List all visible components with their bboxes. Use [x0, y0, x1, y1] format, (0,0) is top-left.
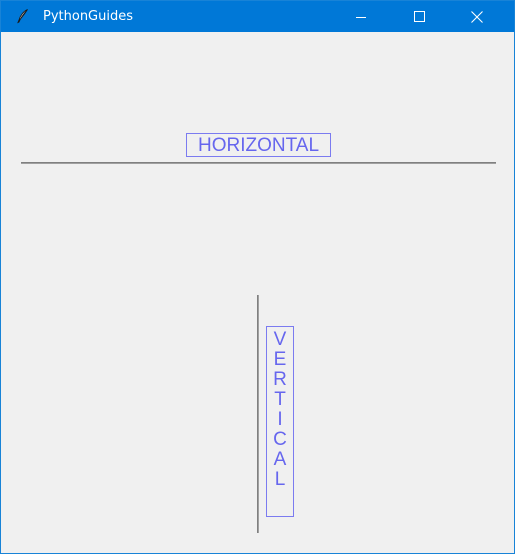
- horizontal-label: HORIZONTAL: [186, 133, 331, 157]
- horizontal-separator: [21, 162, 496, 164]
- minimize-button[interactable]: [338, 1, 384, 32]
- feather-icon[interactable]: [15, 8, 31, 24]
- close-button[interactable]: [454, 1, 500, 32]
- maximize-icon: [413, 11, 425, 22]
- window-title: PythonGuides: [43, 9, 134, 24]
- minimize-icon: [356, 16, 366, 18]
- window-client-area: HORIZONTAL V E R T I C A L: [1, 32, 514, 553]
- close-icon: [471, 10, 483, 23]
- vertical-label: V E R T I C A L: [266, 326, 294, 517]
- maximize-button[interactable]: [396, 1, 442, 32]
- app-window: PythonGuides HORIZONTAL V E R T I C A L: [0, 0, 515, 554]
- vertical-separator: [257, 295, 259, 533]
- title-bar[interactable]: PythonGuides: [1, 1, 514, 32]
